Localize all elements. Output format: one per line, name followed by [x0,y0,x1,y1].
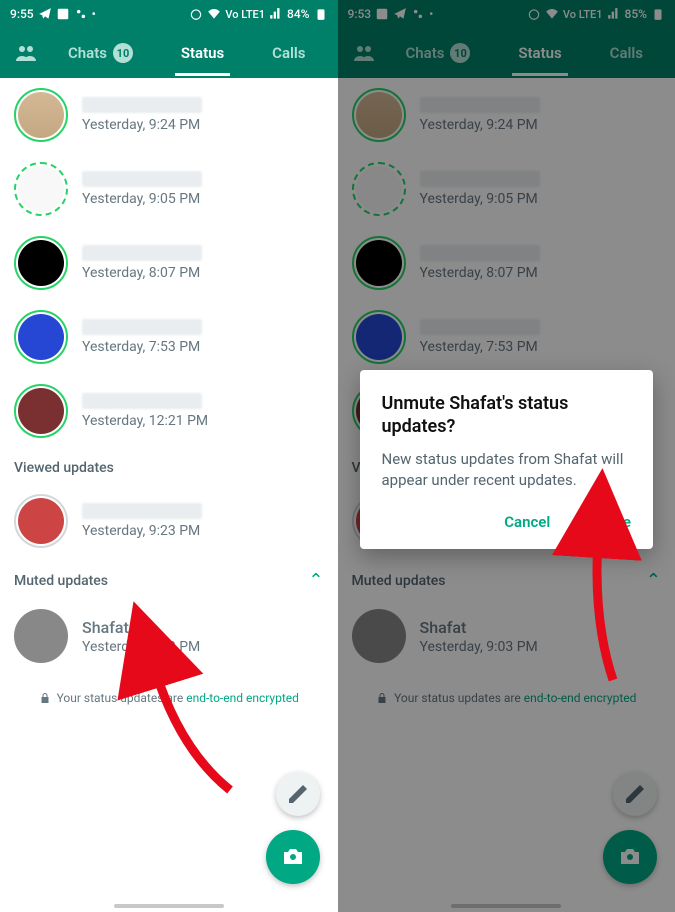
telegram-icon [38,7,52,21]
battery-icon [314,7,328,21]
avatar [18,166,64,212]
pencil-icon [286,782,310,806]
contact-name-blurred [82,245,202,261]
camera-fab[interactable] [266,830,320,884]
status-list: Yesterday, 9:24 PM Yesterday, 9:05 PM Ye… [0,78,338,723]
status-row[interactable]: Yesterday, 9:05 PM [0,152,338,226]
contact-name-blurred [82,503,202,519]
encryption-link[interactable]: end-to-end encrypted [186,691,299,705]
tab-calls[interactable]: Calls [266,32,311,74]
unmute-dialog: Unmute Shafat's status updates? New stat… [360,370,654,549]
lock-icon [39,692,51,704]
avatar [18,92,64,138]
camera-icon [281,845,305,869]
status-row[interactable]: Yesterday, 12:21 PM [0,374,338,448]
clock-text: 9:55 [10,7,34,21]
home-indicator [114,904,224,908]
status-row[interactable]: Yesterday, 7:53 PM [0,300,338,374]
app-header: Chats 10 Status Calls [0,28,338,78]
cancel-button[interactable]: Cancel [504,513,550,531]
avatar [14,609,68,663]
edit-fab[interactable] [276,772,320,816]
status-row[interactable]: Yesterday, 9:23 PM [0,484,338,558]
contact-name: Shafat [82,618,200,637]
avatar [18,388,64,434]
status-row[interactable]: Yesterday, 9:24 PM [0,78,338,152]
slack-icon [74,7,88,21]
dialog-body: New status updates from Shafat will appe… [382,449,632,491]
status-bar: 9:55 • Vo LTE1 84% [0,0,338,28]
alarm-icon [189,7,203,21]
screenshot-right: 9:53 • Vo LTE1 85% Chats10 Status Calls … [338,0,675,912]
screenshot-left: 9:55 • Vo LTE1 84% Chats 10 Status Calls [0,0,338,912]
contact-name-blurred [82,171,202,187]
tab-chats[interactable]: Chats 10 [62,31,139,75]
status-row-muted[interactable]: ShafatYesterday, 9:03 PM [0,599,338,673]
contact-name-blurred [82,319,202,335]
chevron-up-icon: ⌃ [308,570,323,591]
avatar [18,498,64,544]
status-row[interactable]: Yesterday, 8:07 PM [0,226,338,300]
encryption-notice: Your status updates are end-to-end encry… [0,673,338,723]
contact-name-blurred [82,97,202,113]
wifi-icon [207,7,221,21]
network-text: Vo LTE1 [225,8,265,21]
signal-icon [269,7,283,21]
community-icon[interactable] [8,41,44,65]
contact-name-blurred [82,393,202,409]
dialog-title: Unmute Shafat's status updates? [382,392,632,439]
unmute-button[interactable]: Unmute [578,513,631,531]
battery-text: 84% [287,7,309,21]
avatar [18,314,64,360]
avatar [18,240,64,286]
viewed-updates-header: Viewed updates [0,448,338,484]
chats-badge: 10 [113,43,133,63]
image-icon [56,7,70,21]
muted-updates-header[interactable]: Muted updates⌃ [0,558,338,599]
tab-status[interactable]: Status [175,32,230,74]
